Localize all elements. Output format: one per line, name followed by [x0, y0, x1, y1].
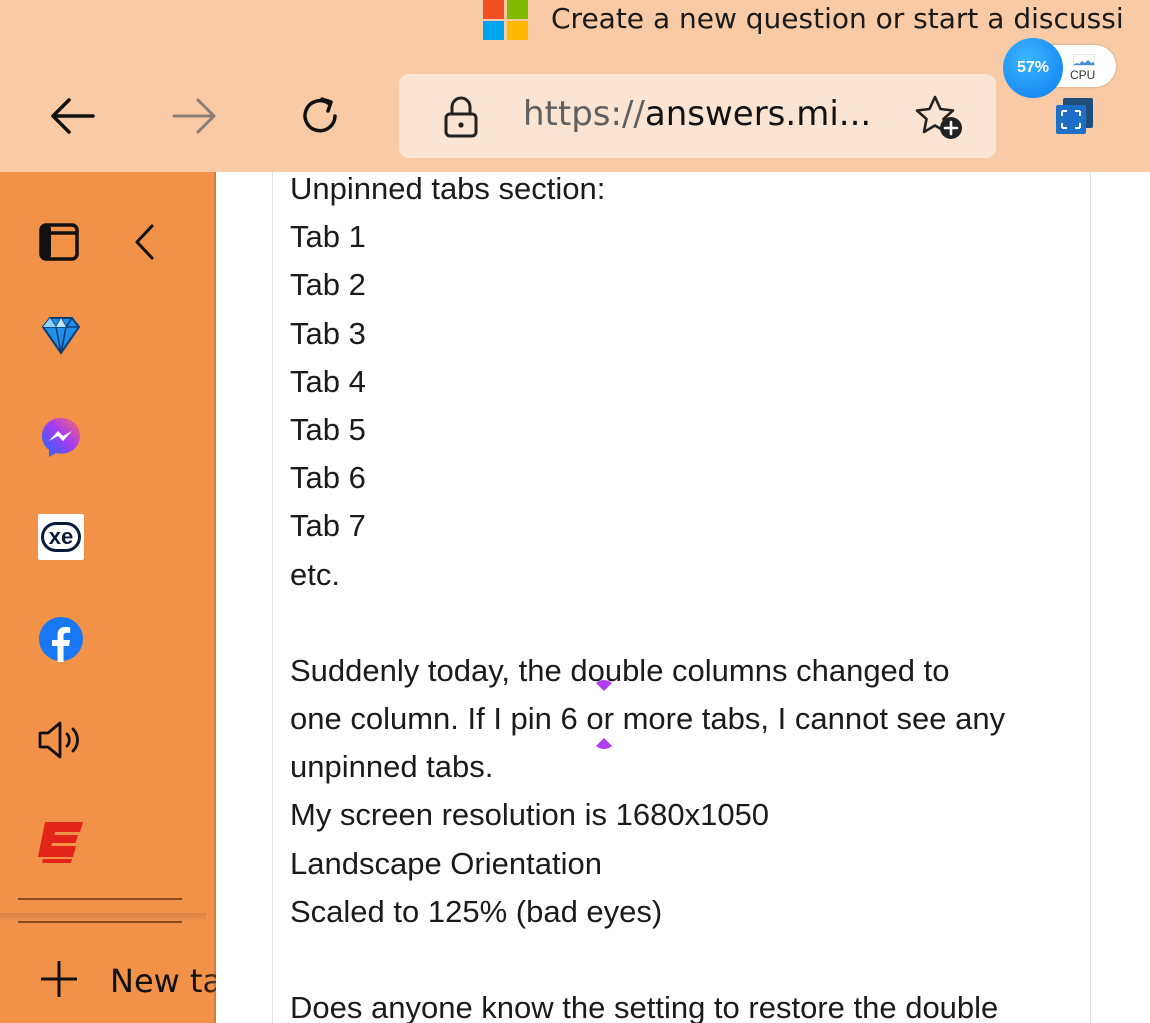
vertical-tabs-button[interactable]	[36, 220, 82, 264]
url-host: answers.mi...	[644, 94, 872, 134]
add-favorite-icon[interactable]	[913, 94, 965, 142]
post-line: Tab 4	[290, 363, 366, 399]
sidebar-item-messenger[interactable]	[38, 414, 84, 460]
diamond-site-icon	[41, 316, 81, 355]
vertical-tabs-icon	[39, 223, 79, 261]
address-bar[interactable]: https://answers.mi...	[399, 74, 996, 158]
post-line: Does anyone know the setting to restore …	[290, 990, 999, 1023]
new-tab-label[interactable]: New tab	[110, 962, 216, 1000]
window-title: Create a new question or start a discuss…	[551, 2, 1124, 35]
sidebar-item-audio[interactable]	[36, 717, 86, 763]
vertical-tabs-sidebar: xe New tab	[0, 172, 216, 1023]
post-line: Tab 3	[290, 315, 366, 351]
sidebar-item-xe[interactable]: xe	[38, 514, 84, 560]
cpu-monitor-widget[interactable]: CPU 57%	[1003, 38, 1116, 98]
speaker-icon	[38, 721, 79, 759]
plus-icon	[41, 961, 77, 997]
post-line	[290, 936, 1090, 984]
collapse-chevron-icon	[135, 224, 154, 260]
forward-arrow-icon	[172, 98, 216, 134]
post-line: unpinned tabs.	[290, 749, 494, 785]
cpu-label: CPU	[1070, 68, 1096, 82]
sidebar-divider	[18, 898, 182, 900]
collections-button[interactable]	[1053, 96, 1097, 140]
post-line: Landscape Orientation	[290, 845, 602, 881]
post-line: Tab 2	[290, 267, 366, 303]
post-line: Tab 1	[290, 219, 366, 255]
post-line	[290, 599, 1090, 647]
xe-icon: xe	[41, 522, 81, 552]
microsoft-logo-icon	[483, 0, 529, 40]
post-line: etc.	[290, 556, 340, 592]
refresh-button[interactable]	[290, 86, 350, 146]
back-arrow-icon	[51, 98, 95, 134]
title-bar: Create a new question or start a discuss…	[0, 0, 1150, 46]
sidebar-item-espn[interactable]	[38, 820, 84, 866]
selection-handle-icon[interactable]	[594, 677, 614, 693]
refresh-icon	[303, 97, 337, 133]
forward-button[interactable]	[165, 86, 225, 146]
post-line: Unpinned tabs section:	[290, 171, 606, 206]
url-scheme: https://	[523, 94, 645, 134]
sidebar-item-facebook[interactable]	[38, 616, 84, 662]
collections-icon	[1056, 98, 1093, 134]
post-line: Suddenly today, the double columns chang…	[290, 652, 950, 688]
lock-icon[interactable]	[441, 94, 481, 140]
new-tab-button[interactable]	[36, 959, 82, 999]
new-tab-text: New tab	[110, 962, 216, 1000]
cpu-graph-icon	[1073, 54, 1095, 66]
post-line: Tab 6	[290, 460, 366, 496]
post-line: Scaled to 125% (bad eyes)	[290, 893, 663, 929]
post-line: Tab 5	[290, 411, 366, 447]
post-line: My screen resolution is 1680x1050	[290, 797, 770, 833]
cpu-percent-badge: 57%	[1003, 38, 1063, 98]
selection-handle-icon[interactable]	[594, 737, 614, 753]
post-body: Unpinned tabs section: Tab 1 Tab 2 Tab 3…	[290, 165, 1090, 1023]
collapse-sidebar-button[interactable]	[128, 220, 162, 264]
back-button[interactable]	[42, 86, 102, 146]
post-line: one column. If I pin 6 or more tabs, I c…	[290, 701, 1006, 737]
browser-toolbar: Create a new question or start a discuss…	[0, 0, 1150, 172]
sidebar-divider	[18, 921, 182, 923]
sidebar-item-diamond[interactable]	[38, 312, 84, 358]
sidebar-shadow	[0, 913, 206, 921]
facebook-icon	[39, 617, 83, 662]
post-line: Tab 7	[290, 508, 366, 544]
messenger-icon	[42, 418, 80, 457]
url-text[interactable]: https://answers.mi...	[523, 94, 871, 134]
espn-icon	[38, 822, 83, 863]
